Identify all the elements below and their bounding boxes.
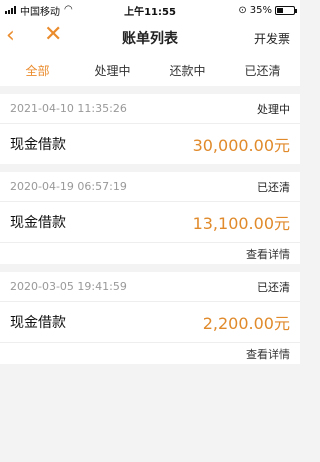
status-bar: 中国移动 ◠ 上午11:55 ⊙ 35% (0, 0, 300, 20)
battery-icon (275, 5, 297, 15)
tab-repaying[interactable]: 还款中 (150, 56, 225, 86)
bill-card[interactable]: 2021-04-10 11:35:26 处理中 现金借款 30,000.00元 (0, 94, 300, 164)
bill-title: 现金借款 (10, 137, 66, 153)
bill-amount: 30,000.00元 (192, 136, 290, 155)
filter-tabs: 全部 处理中 还款中 已还清 (0, 56, 300, 86)
bill-amount: 2,200.00元 (202, 314, 290, 333)
bill-card-body: 现金借款 2,200.00元 (0, 302, 300, 342)
bill-card-body: 现金借款 30,000.00元 (0, 124, 300, 164)
orientation-lock-icon: ⊙ (238, 4, 247, 16)
invoice-button[interactable]: 开发票 (254, 30, 290, 47)
bill-card[interactable]: 2020-03-05 19:41:59 已还清 现金借款 2,200.00元 查… (0, 272, 300, 364)
tab-processing[interactable]: 处理中 (75, 56, 150, 86)
nav-bar: ‹ ✕ 账单列表 开发票 (0, 20, 300, 56)
bill-status: 已还清 (257, 180, 290, 194)
bill-amount: 13,100.00元 (192, 214, 290, 233)
tab-all[interactable]: 全部 (0, 56, 75, 86)
view-details-link[interactable]: 查看详情 (246, 246, 290, 262)
bill-card-header: 2020-03-05 19:41:59 已还清 (0, 272, 300, 302)
battery-percent: 35% (249, 4, 272, 16)
bill-date: 2020-03-05 19:41:59 (10, 280, 127, 293)
view-details-link[interactable]: 查看详情 (246, 346, 290, 362)
bill-card-body: 现金借款 13,100.00元 (0, 202, 300, 242)
tab-paid-off[interactable]: 已还清 (225, 56, 300, 86)
bill-card[interactable]: 2020-04-19 06:57:19 已还清 现金借款 13,100.00元 … (0, 172, 300, 264)
bill-date: 2020-04-19 06:57:19 (10, 180, 127, 193)
bill-status: 处理中 (257, 102, 290, 116)
bill-status: 已还清 (257, 280, 290, 294)
bill-card-footer: 查看详情 (0, 242, 300, 264)
bill-card-footer: 查看详情 (0, 342, 300, 364)
status-right: ⊙ 35% (238, 4, 297, 16)
bill-list: 2021-04-10 11:35:26 处理中 现金借款 30,000.00元 … (0, 94, 300, 372)
bill-date: 2021-04-10 11:35:26 (10, 102, 127, 115)
bill-title: 现金借款 (10, 315, 66, 331)
bill-title: 现金借款 (10, 215, 66, 231)
bill-card-header: 2021-04-10 11:35:26 处理中 (0, 94, 300, 124)
bill-card-header: 2020-04-19 06:57:19 已还清 (0, 172, 300, 202)
